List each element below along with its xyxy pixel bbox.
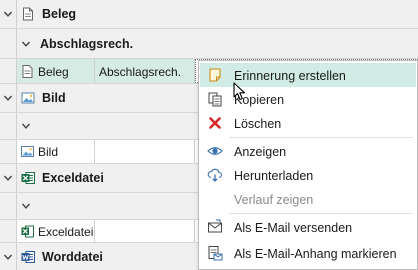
- group-title: Exceldatei: [42, 171, 104, 185]
- group-header-beleg[interactable]: Beleg: [0, 0, 418, 29]
- chevron-down-icon: [21, 203, 31, 209]
- menu-item-label: Erinnerung erstellen: [234, 69, 346, 83]
- category-cell[interactable]: Abschlagsrech.: [95, 59, 195, 83]
- category-cell[interactable]: [95, 140, 195, 163]
- collapse-toggle[interactable]: [0, 0, 17, 28]
- collapse-toggle[interactable]: [0, 243, 17, 270]
- menu-item-herunterladen[interactable]: Herunterladen: [200, 163, 416, 187]
- collapse-toggle[interactable]: [21, 113, 31, 139]
- menu-item-verlauf-zeigen[interactable]: Verlauf zeigen: [200, 187, 416, 211]
- chevron-down-icon: [3, 175, 13, 181]
- cell-text: Beleg: [38, 65, 69, 79]
- menu-item-label: Löschen: [234, 117, 282, 131]
- cloud-download-icon: [207, 168, 223, 182]
- eye-icon: [207, 147, 223, 155]
- type-cell[interactable]: Exceldatei: [17, 220, 95, 242]
- image-icon: [21, 92, 35, 104]
- email-icon: [208, 219, 222, 233]
- delete-x-icon: [209, 117, 221, 129]
- menu-item-als-email-anhang-markieren[interactable]: Als E-Mail-Anhang markieren: [200, 241, 416, 265]
- menu-item-als-email-versenden[interactable]: Als E-Mail versenden: [200, 215, 416, 239]
- excel-icon: [21, 172, 35, 184]
- menu-item-label: Verlauf zeigen: [234, 193, 314, 207]
- cell-text: Exceldatei: [38, 225, 94, 239]
- cell-text: Bild: [38, 145, 59, 159]
- type-cell[interactable]: Bild: [17, 140, 95, 163]
- menu-item-label: Als E-Mail versenden: [234, 221, 353, 235]
- context-menu: Erinnerung erstellen Kopieren Löschen An…: [198, 60, 418, 270]
- chevron-down-icon: [21, 123, 31, 129]
- mouse-pointer-icon: [233, 82, 246, 101]
- chevron-down-icon: [3, 11, 13, 17]
- attachment-mark-icon: [208, 246, 223, 261]
- menu-separator: [229, 213, 413, 214]
- chevron-down-icon: [3, 95, 13, 101]
- cell-text: Abschlagsrech.: [99, 65, 182, 79]
- menu-item-label: Anzeigen: [234, 145, 287, 159]
- collapse-toggle[interactable]: [21, 29, 31, 58]
- chevron-down-icon: [3, 254, 13, 260]
- sticky-note-icon: [209, 68, 221, 82]
- image-icon: [21, 146, 34, 157]
- group-title: Beleg: [42, 7, 77, 21]
- collapse-toggle[interactable]: [0, 164, 17, 192]
- document-icon: [23, 7, 33, 21]
- copy-icon: [208, 92, 222, 107]
- menu-separator: [229, 137, 413, 138]
- excel-icon: [21, 225, 34, 238]
- collapse-toggle[interactable]: [21, 193, 31, 219]
- menu-item-label: Als E-Mail-Anhang markieren: [234, 247, 397, 261]
- menu-item-anzeigen[interactable]: Anzeigen: [200, 139, 416, 163]
- document-icon: [22, 65, 33, 78]
- collapse-toggle[interactable]: [0, 84, 17, 112]
- group-title: Worddatei: [42, 250, 103, 264]
- menu-item-loeschen[interactable]: Löschen: [200, 111, 416, 135]
- subgroup-title: Abschlagsrech.: [40, 37, 134, 51]
- menu-item-label: Herunterladen: [234, 169, 314, 183]
- word-icon: [21, 251, 35, 263]
- subgroup-header[interactable]: Abschlagsrech.: [0, 29, 418, 59]
- group-title: Bild: [42, 91, 66, 105]
- category-cell[interactable]: [95, 220, 195, 242]
- chevron-down-icon: [21, 41, 31, 47]
- type-cell[interactable]: Beleg: [17, 59, 95, 83]
